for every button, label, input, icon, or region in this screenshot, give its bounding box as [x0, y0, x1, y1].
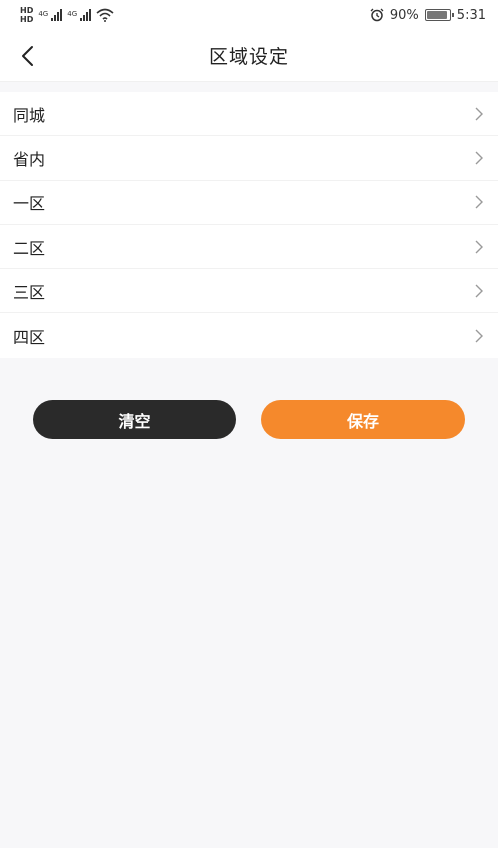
region-item-label: 四区 — [13, 327, 46, 347]
region-item-label: 二区 — [13, 238, 46, 258]
alarm-icon — [370, 8, 384, 22]
region-item[interactable]: 一区 — [0, 181, 498, 225]
battery-percent: 90% — [389, 7, 419, 23]
signal-icon — [51, 9, 63, 21]
region-item-label: 一区 — [13, 194, 46, 214]
chevron-right-icon — [475, 240, 483, 254]
hd-top-label: HD — [20, 6, 34, 15]
clock: 5:31 — [456, 7, 486, 23]
chevron-right-icon — [475, 329, 483, 343]
chevron-right-icon — [475, 107, 483, 121]
clear-button-label: 清空 — [118, 411, 151, 431]
save-button-label: 保存 — [346, 411, 379, 431]
page-title: 区域设定 — [208, 46, 289, 68]
region-item-label: 三区 — [13, 282, 46, 302]
signal-icon — [80, 9, 92, 21]
status-left: HD HD 4G 4G — [20, 6, 114, 24]
region-item[interactable]: 同城 — [0, 92, 498, 137]
region-item-label: 同城 — [13, 105, 46, 125]
region-item[interactable]: 省内 — [0, 136, 498, 181]
wifi-icon — [96, 8, 114, 22]
app-header: 区域设定 — [0, 30, 498, 82]
region-item[interactable]: 四区 — [0, 313, 498, 357]
status-bar: HD HD 4G 4G 90% 5:31 — [0, 0, 498, 30]
clear-button[interactable]: 清空 — [33, 400, 236, 439]
region-item[interactable]: 二区 — [0, 225, 498, 270]
hd-indicator: HD HD — [20, 6, 33, 24]
chevron-right-icon — [475, 195, 483, 209]
network-type-2: 4G — [67, 10, 78, 18]
region-item[interactable]: 三区 — [0, 269, 498, 314]
network-type-1: 4G — [38, 10, 49, 18]
region-item-label: 省内 — [13, 149, 46, 169]
region-list: 同城省内一区二区三区四区 — [0, 92, 498, 358]
battery-icon — [424, 9, 454, 21]
battery-fill — [426, 11, 447, 19]
save-button[interactable]: 保存 — [261, 400, 465, 439]
status-right: 90% 5:31 — [370, 8, 486, 23]
chevron-right-icon — [475, 284, 483, 298]
back-button[interactable] — [10, 38, 46, 74]
chevron-left-icon — [22, 46, 33, 66]
chevron-right-icon — [475, 151, 483, 165]
hd-bottom-label: HD — [20, 15, 34, 24]
